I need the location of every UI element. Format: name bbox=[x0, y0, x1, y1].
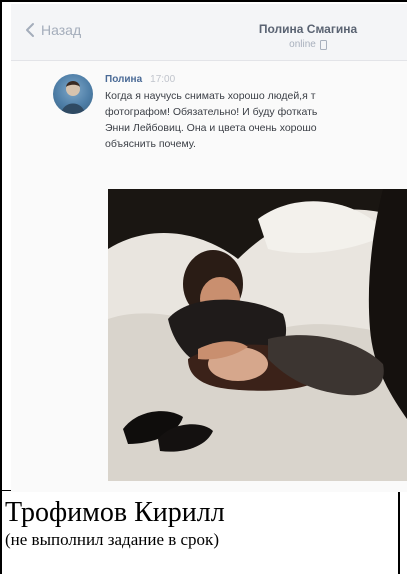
message-line: Когда я научусь снимать хорошо людей,я т bbox=[105, 90, 316, 102]
mobile-icon bbox=[319, 39, 327, 50]
message-line: Энни Лейбовиц. Она и цвета очень хорошо bbox=[105, 122, 317, 134]
student-note: (не выполнил задание в срок) bbox=[5, 530, 219, 549]
student-name: Трофимов Кирилл bbox=[5, 497, 225, 528]
message-line: объяснить почему. bbox=[105, 138, 196, 150]
message-header: Полина 17:00 bbox=[105, 74, 407, 85]
back-label: Назад bbox=[41, 22, 82, 38]
message-text: Когда я научусь снимать хорошо людей,я т… bbox=[105, 88, 407, 152]
contact-header[interactable]: Полина Смагина online bbox=[249, 22, 367, 50]
message-line: фотографом! Обязательно! И буду фоткать bbox=[105, 106, 318, 118]
message: Полина 17:00 Когда я научусь снимать хор… bbox=[105, 74, 407, 152]
avatar[interactable] bbox=[53, 74, 93, 114]
frame-left-border bbox=[0, 0, 2, 574]
back-button[interactable]: Назад bbox=[25, 22, 81, 38]
photo-image bbox=[108, 189, 407, 481]
frame-inner-border bbox=[398, 490, 400, 574]
message-author[interactable]: Полина bbox=[105, 74, 142, 85]
avatar-image bbox=[61, 81, 85, 114]
chat-screenshot: Назад Полина Смагина online Полина 17:00… bbox=[11, 4, 407, 492]
message-photo[interactable] bbox=[108, 189, 407, 481]
frame-top-border bbox=[0, 0, 407, 2]
message-time: 17:00 bbox=[150, 74, 176, 85]
chat-header: Назад Полина Смагина online bbox=[11, 4, 407, 61]
status-text: online bbox=[289, 39, 316, 50]
chevron-left-icon bbox=[26, 23, 34, 37]
caption: Трофимов Кирилл (не выполнил задание в с… bbox=[5, 496, 225, 550]
contact-status: online bbox=[249, 39, 367, 50]
contact-name: Полина Смагина bbox=[258, 22, 358, 36]
